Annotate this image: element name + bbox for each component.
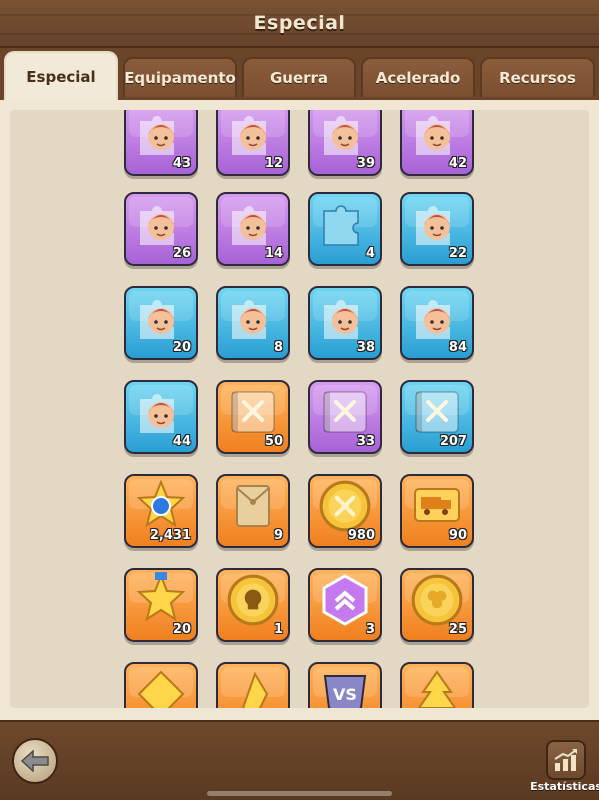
item-count: 9 (273, 528, 283, 543)
item-count: 20 (172, 340, 191, 355)
statistics-chart-icon (554, 749, 577, 771)
item-count: 3 (365, 622, 375, 637)
plank-seam (0, 14, 599, 16)
item-tile[interactable]: 42 (400, 110, 474, 176)
item-tile[interactable] (400, 662, 474, 708)
item-tile[interactable]: 84 (400, 286, 474, 360)
item-count: 4 (365, 246, 375, 261)
item-count: 90 (448, 528, 467, 543)
item-tile[interactable]: 207 (400, 380, 474, 454)
item-count: 33 (356, 434, 375, 449)
content-frame: 43 12 39 42 26 14 4 22 20 8 38 84 44 50 … (0, 100, 599, 720)
item-count: 12 (264, 156, 283, 171)
tab-bar: Especial Equipamento Guerra Acelerado Re… (0, 48, 599, 100)
item-tile[interactable]: 26 (124, 192, 198, 266)
item-count: 42 (448, 156, 467, 171)
item-count: 84 (448, 340, 467, 355)
item-count: 44 (172, 434, 191, 449)
items-panel[interactable]: 43 12 39 42 26 14 4 22 20 8 38 84 44 50 … (10, 110, 589, 708)
back-arrow-icon (21, 750, 49, 772)
item-tile[interactable]: 980 (308, 474, 382, 548)
gold-badge-icon (135, 668, 187, 708)
item-tile[interactable]: 12 (216, 110, 290, 176)
item-tile[interactable]: 20 (124, 286, 198, 360)
truck-ticket-icon (409, 481, 465, 535)
item-count: 26 (172, 246, 191, 261)
item-tile[interactable]: 9 (216, 474, 290, 548)
item-tile[interactable]: 22 (400, 192, 474, 266)
item-tile[interactable]: 50 (216, 380, 290, 454)
items-grid: 43 12 39 42 26 14 4 22 20 8 38 84 44 50 … (10, 110, 589, 708)
gold-crystal-icon (227, 668, 279, 708)
item-count: 20 (172, 622, 191, 637)
item-count: 50 (264, 434, 283, 449)
item-tile[interactable]: 39 (308, 110, 382, 176)
item-tile[interactable]: 4 (308, 192, 382, 266)
item-tile[interactable]: 20 (124, 568, 198, 642)
puzzle-piece-icon (318, 197, 372, 255)
rank-badge-icon (319, 573, 371, 631)
item-tile[interactable]: 44 (124, 380, 198, 454)
item-tile[interactable] (124, 662, 198, 708)
item-tile[interactable]: 1 (216, 568, 290, 642)
item-count: 38 (356, 340, 375, 355)
tab-acelerado[interactable]: Acelerado (361, 57, 475, 97)
item-tile[interactable]: 25 (400, 568, 474, 642)
vs-badge-icon: VS (317, 668, 373, 708)
skull-coin-icon (225, 572, 281, 632)
item-tile[interactable]: VS (308, 662, 382, 708)
plank-seam (0, 33, 599, 35)
item-tile[interactable]: 90 (400, 474, 474, 548)
item-count: 8 (273, 340, 283, 355)
item-count: 2,431 (149, 528, 191, 543)
item-count: 980 (347, 528, 375, 543)
back-button[interactable] (12, 738, 58, 784)
item-count: 39 (356, 156, 375, 171)
home-indicator (207, 791, 392, 796)
svg-text:VS: VS (333, 685, 357, 704)
tab-recursos[interactable]: Recursos (480, 57, 595, 97)
item-count: 22 (448, 246, 467, 261)
envelope-icon (227, 480, 279, 536)
header-bar: Especial (0, 0, 599, 48)
item-tile[interactable]: 33 (308, 380, 382, 454)
item-tile[interactable]: 8 (216, 286, 290, 360)
item-count: 43 (172, 156, 191, 171)
item-tile[interactable]: 2,431 (124, 474, 198, 548)
bottom-bar: Estatísticas (0, 720, 599, 800)
item-tile[interactable]: 43 (124, 110, 198, 176)
tab-equipamento[interactable]: Equipamento (123, 57, 237, 97)
item-tile[interactable]: 3 (308, 568, 382, 642)
tab-guerra[interactable]: Guerra (242, 57, 356, 97)
item-tile[interactable]: 14 (216, 192, 290, 266)
tab-especial[interactable]: Especial (4, 51, 118, 100)
item-tile[interactable]: 38 (308, 286, 382, 360)
hero-puzzle-icon (226, 291, 280, 349)
item-count: 25 (448, 622, 467, 637)
statistics-button[interactable] (546, 740, 586, 780)
item-count: 207 (439, 434, 467, 449)
tree-token-icon (411, 668, 463, 708)
statistics-label: Estatísticas (530, 780, 599, 793)
item-tile[interactable] (216, 662, 290, 708)
item-count: 1 (273, 622, 283, 637)
item-count: 14 (264, 246, 283, 261)
